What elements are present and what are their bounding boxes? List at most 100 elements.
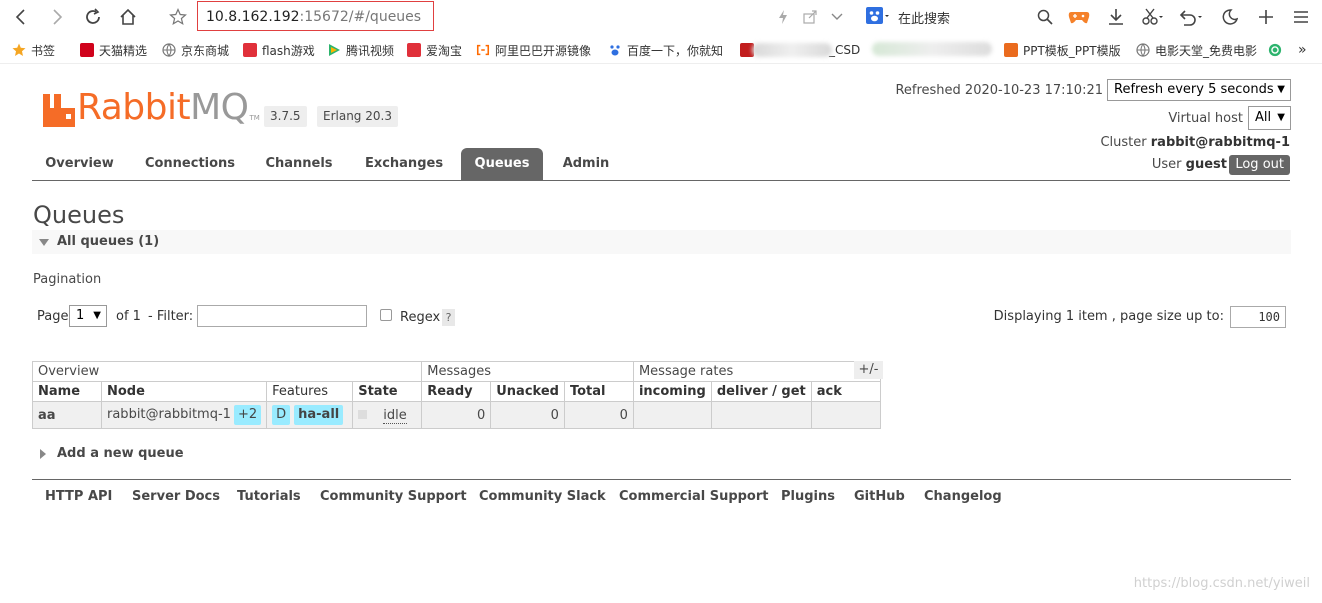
durable-feature-badge: D xyxy=(272,405,291,425)
group-header-overview: Overview xyxy=(31,361,423,382)
policy-badge[interactable]: ha-all xyxy=(294,405,344,425)
bookmark-star-icon[interactable] xyxy=(165,4,191,30)
tab-admin[interactable]: Admin xyxy=(554,148,618,180)
all-queues-section-toggle[interactable]: All queues (1) xyxy=(32,230,1291,254)
table-row[interactable]: aa rabbit@rabbitmq-1 +2 Dha-all idle 0 0 … xyxy=(32,401,881,429)
bookmark-folder[interactable]: 书签 xyxy=(12,41,55,59)
col-header-node: Node xyxy=(100,381,268,402)
group-header-message-rates: Message rates xyxy=(632,361,881,382)
expand-triangle-icon xyxy=(40,448,46,459)
queue-name[interactable]: aa xyxy=(38,408,56,423)
search-icon[interactable] xyxy=(1033,5,1057,29)
regex-label: Regex xyxy=(400,310,441,325)
regex-help-button[interactable]: ? xyxy=(442,309,455,326)
footer-link-server-docs[interactable]: Server Docs xyxy=(132,489,220,504)
bookmarks-bar: 书签 天猫精选 京东商城 flash游戏 腾讯视频 爱淘宝 阿里巴巴开源镜像 百… xyxy=(0,35,1322,64)
column-toggle-button[interactable]: +/- xyxy=(854,361,883,379)
regex-checkbox[interactable] xyxy=(380,309,392,321)
add-queue-section-toggle[interactable]: Add a new queue xyxy=(40,446,184,461)
bookmark-label: 阿里巴巴开源镜像 xyxy=(495,43,592,58)
col-header-incoming[interactable]: incoming xyxy=(632,381,712,402)
tab-connections[interactable]: Connections xyxy=(136,148,244,180)
bookmark-item[interactable]: 天猫精选 xyxy=(80,41,147,59)
home-icon[interactable] xyxy=(115,4,141,30)
footer-link-commercial-support[interactable]: Commercial Support xyxy=(619,489,769,504)
download-icon[interactable] xyxy=(1104,5,1128,29)
col-header-total[interactable]: Total xyxy=(563,381,634,402)
tencent-video-icon xyxy=(329,44,340,56)
baidu-paw-icon[interactable] xyxy=(866,6,890,32)
tab-channels[interactable]: Channels xyxy=(256,148,342,180)
bookmark-item[interactable]: 京东商城 xyxy=(162,41,229,59)
logo-wordmark: RabbitMQ xyxy=(77,88,249,128)
new-tab-plus-icon[interactable] xyxy=(1254,5,1278,29)
share-icon[interactable] xyxy=(797,4,823,30)
page-select[interactable]: 1 ▼ xyxy=(69,305,107,327)
more-bookmarks-chevron-icon[interactable]: » xyxy=(1298,41,1307,59)
col-header-unacked[interactable]: Unacked xyxy=(490,381,565,402)
bookmark-label: PPT模板_PPT模版 xyxy=(1023,43,1121,58)
col-header-deliver-get[interactable]: deliver / get xyxy=(710,381,812,402)
virtual-host-label: Virtual host xyxy=(1168,111,1243,126)
page-size-input[interactable]: 100 xyxy=(1230,306,1286,328)
scissors-icon[interactable] xyxy=(1140,5,1164,29)
tab-queues[interactable]: Queues xyxy=(461,148,543,180)
bookmark-item[interactable]: 阿里巴巴开源镜像 xyxy=(476,41,591,59)
bookmark-item[interactable]: flash游戏 xyxy=(243,41,315,59)
bookmark-item[interactable] xyxy=(1268,41,1287,59)
forward-icon[interactable] xyxy=(44,4,70,30)
queue-name-cell[interactable]: aa xyxy=(32,401,102,429)
refresh-interval-select[interactable]: Refresh every 5 seconds ▼ xyxy=(1107,79,1291,101)
footer-link-github[interactable]: GitHub xyxy=(854,489,905,504)
menu-icon[interactable] xyxy=(1289,5,1313,29)
node-cell: rabbit@rabbitmq-1 +2 xyxy=(100,401,268,429)
address-bar[interactable]: 10.8.162.192:15672/#/queues xyxy=(197,1,434,31)
section-title: All queues (1) xyxy=(57,234,160,249)
bookmark-label: _CSD xyxy=(829,43,861,57)
page-label: Page xyxy=(37,309,69,324)
bookmark-item[interactable]: 爱淘宝 xyxy=(407,41,462,59)
footer-link-changelog[interactable]: Changelog xyxy=(924,489,1002,504)
night-mode-icon[interactable] xyxy=(1218,5,1242,29)
logo-tm: TM xyxy=(249,114,260,122)
virtual-host-select[interactable]: All ▼ xyxy=(1248,106,1291,130)
rabbitmq-logo[interactable]: RabbitMQ TM xyxy=(42,84,260,128)
back-icon[interactable] xyxy=(8,4,34,30)
virtual-host-value: All xyxy=(1255,110,1272,125)
footer-link-tutorials[interactable]: Tutorials xyxy=(237,489,301,504)
page-count: of 1 xyxy=(116,309,141,324)
footer-link-plugins[interactable]: Plugins xyxy=(781,489,835,504)
footer-link-http-api[interactable]: HTTP API xyxy=(45,489,112,504)
bookmark-label: 电影天堂_免费电影 xyxy=(1155,43,1258,58)
search-box-label[interactable]: 在此搜索 xyxy=(898,8,950,27)
queues-table: Overview Messages Message rates Name Nod… xyxy=(31,361,881,429)
bookmark-item[interactable]: PPT模板_PPT模版 xyxy=(1004,41,1121,59)
col-header-name[interactable]: Name xyxy=(32,381,102,402)
tab-overview[interactable]: Overview xyxy=(32,148,127,180)
version-badge: 3.7.5 xyxy=(264,106,307,127)
footer-links: HTTP API Server Docs Tutorials Community… xyxy=(32,479,1291,515)
footer-link-community-slack[interactable]: Community Slack xyxy=(479,489,606,504)
ppt-icon xyxy=(1004,43,1018,57)
reload-icon[interactable] xyxy=(80,4,106,30)
bookmark-item[interactable]: 电影天堂_免费电影 xyxy=(1136,41,1257,59)
logo-mq-text: MQ xyxy=(190,87,249,128)
tab-exchanges[interactable]: Exchanges xyxy=(354,148,454,180)
footer-link-community-support[interactable]: Community Support xyxy=(320,489,467,504)
col-header-ack[interactable]: ack xyxy=(810,381,881,402)
game-icon[interactable] xyxy=(1067,5,1091,29)
globe-icon xyxy=(162,43,176,57)
dropdown-arrow-icon: ▼ xyxy=(1277,84,1285,95)
chevron-down-icon[interactable] xyxy=(824,4,850,30)
bookmark-item[interactable]: 腾讯视频 xyxy=(327,41,394,59)
lightning-icon[interactable] xyxy=(770,4,796,30)
node-name: rabbit@rabbitmq-1 xyxy=(107,407,231,422)
bookmark-item[interactable]: 百度一下，你就知 xyxy=(608,41,723,59)
filter-input[interactable] xyxy=(197,305,367,327)
logo-rabbit-text: Rabbit xyxy=(77,87,191,128)
col-header-ready[interactable]: Ready xyxy=(421,381,492,402)
green-circle-icon xyxy=(1268,43,1282,57)
tmall-icon xyxy=(80,43,94,57)
baidu-icon xyxy=(610,45,620,56)
undo-icon[interactable] xyxy=(1178,5,1202,29)
